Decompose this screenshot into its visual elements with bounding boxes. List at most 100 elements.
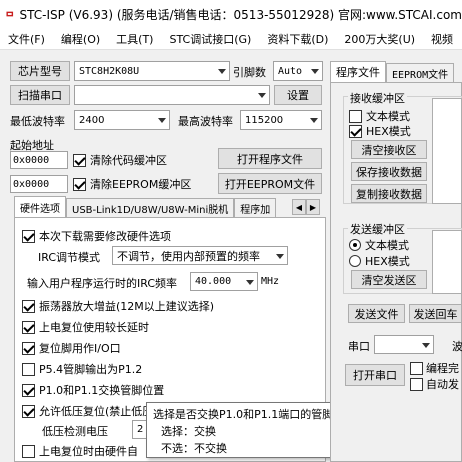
min-baud-value: 2400 (79, 114, 105, 126)
clear-recv-button[interactable]: 清空接收区 (351, 140, 427, 159)
recv-buffer-label: 接收缓冲区 (348, 90, 407, 106)
recv-text-mode-checkbox[interactable] (349, 109, 362, 123)
max-baud-value: 115200 (245, 114, 284, 126)
tab-eeprom-file[interactable]: EEPROM文件 (386, 63, 455, 82)
menu-video[interactable]: 视频 (423, 31, 461, 47)
send-text-mode-radio[interactable] (349, 239, 361, 251)
clear-eeprom-checkbox[interactable] (73, 177, 86, 191)
irc-freq-label: 输入用户程序运行时的IRC频率 (27, 277, 178, 290)
save-recv-button[interactable]: 保存接收数据 (351, 162, 427, 181)
title-bar: STC-ISP (V6.93) (服务电话/销售电话：0513-55012928… (0, 0, 462, 28)
recv-hex-mode-label: HEX模式 (366, 125, 411, 138)
settings-button[interactable]: 设置 (274, 85, 322, 105)
low-voltage-value: 2 (137, 424, 144, 435)
prog-complete-checkbox[interactable] (410, 361, 423, 375)
clear-code-label: 清除代码缓冲区 (90, 154, 167, 167)
osc-gain-label: 振荡器放大增益(12M以上建议选择) (39, 300, 215, 313)
auto-send-label: 自动发 (426, 378, 459, 391)
osc-gain-checkbox[interactable] (22, 299, 35, 313)
menu-file[interactable]: 文件(F) (0, 31, 53, 47)
option-osc-gain[interactable]: 振荡器放大增益(12M以上建议选择) (22, 298, 214, 314)
option-reset-io[interactable]: 复位脚用作I/O口 (22, 340, 121, 356)
serial-port-select[interactable] (374, 335, 434, 354)
power-on-reset-checkbox[interactable] (22, 444, 35, 458)
max-baud-select[interactable]: 115200 (240, 110, 322, 130)
chevron-down-icon (311, 69, 319, 74)
tab-scroll-right-button[interactable]: ▶ (306, 199, 320, 215)
modify-hw-label: 本次下载需要修改硬件选项 (39, 230, 171, 243)
chevron-down-icon (158, 118, 166, 123)
clear-code-checkbox[interactable] (73, 153, 86, 167)
tab-scroll-left-button[interactable]: ◀ (292, 199, 306, 215)
clear-send-button[interactable]: 清空发送区 (351, 270, 427, 289)
low-voltage-label: 低压检测电压 (42, 425, 108, 438)
reset-io-label: 复位脚用作I/O口 (39, 342, 121, 355)
clear-code-option[interactable]: 清除代码缓冲区 (73, 152, 167, 168)
tab-hardware-options[interactable]: 硬件选项 (14, 196, 66, 217)
tab-offline[interactable]: USB-Link1D/U8W/U8W-Mini脱机 (66, 198, 235, 217)
prog-complete-option[interactable]: 编程完 (410, 360, 459, 376)
chip-model-button[interactable]: 芯片型号 (10, 61, 70, 81)
p54-output-checkbox[interactable] (22, 362, 35, 376)
file-tabs: 程序文件 EEPROM文件 (330, 61, 455, 82)
auto-send-option[interactable]: 自动发 (410, 376, 459, 392)
chevron-down-icon (218, 69, 226, 74)
recv-text-mode[interactable]: 文本模式 (349, 108, 410, 124)
open-eeprom-button[interactable]: 打开EEPROM文件 (218, 173, 322, 194)
long-delay-checkbox[interactable] (22, 320, 35, 334)
recv-text-area[interactable] (432, 98, 462, 204)
port-select[interactable] (74, 85, 270, 105)
irc-mode-select[interactable]: 不调节，使用内部预置的频率 (112, 246, 288, 265)
swap-p10-p11-label: P1.0和P1.1交换管脚位置 (39, 384, 165, 397)
irc-freq-unit: MHz (261, 276, 280, 287)
open-program-button[interactable]: 打开程序文件 (218, 148, 322, 169)
recv-hex-mode-checkbox[interactable] (349, 124, 362, 138)
chevron-down-icon (246, 279, 254, 285)
max-baud-label: 最高波特率 (178, 115, 233, 128)
option-long-delay[interactable]: 上电复位使用较长延时 (22, 319, 149, 335)
tab-encrypt[interactable]: 程序加 (234, 198, 277, 217)
chip-model-select[interactable]: STC8H2K08U (74, 61, 230, 81)
option-swap-p10-p11[interactable]: P1.0和P1.1交换管脚位置 (22, 382, 164, 398)
menu-debug[interactable]: STC调试接口(G) (161, 31, 259, 47)
swap-p10-p11-checkbox[interactable] (22, 383, 35, 397)
min-baud-select[interactable]: 2400 (74, 110, 170, 130)
option-power-on-reset[interactable]: 上电复位时由硬件自 (22, 443, 138, 459)
long-delay-label: 上电复位使用较长延时 (39, 321, 149, 334)
send-text-area[interactable] (432, 230, 462, 294)
menu-program[interactable]: 编程(O) (53, 31, 108, 47)
eeprom-address-input[interactable]: 0x0000 (10, 175, 68, 193)
min-baud-label: 最低波特率 (10, 115, 65, 128)
power-on-reset-label: 上电复位时由硬件自 (39, 445, 138, 458)
window-title: STC-ISP (V6.93) (服务电话/销售电话：0513-55012928… (19, 7, 462, 22)
send-hex-mode-radio[interactable] (349, 255, 361, 267)
send-hex-mode-label: HEX模式 (365, 255, 410, 268)
copy-recv-button[interactable]: 复制接收数据 (351, 184, 427, 203)
modify-hw-checkbox[interactable] (22, 229, 35, 243)
send-file-button[interactable]: 发送文件 (348, 304, 405, 323)
option-p54-output[interactable]: P5.4管脚输出为P1.2 (22, 361, 142, 377)
irc-freq-select[interactable]: 40.000 (190, 272, 258, 291)
irc-mode-label: IRC调节模式 (38, 251, 101, 264)
code-address-input[interactable]: 0x0000 (10, 151, 68, 169)
clear-eeprom-option[interactable]: 清除EEPROM缓冲区 (73, 176, 191, 192)
send-hex-mode[interactable]: HEX模式 (349, 253, 410, 269)
reset-io-checkbox[interactable] (22, 341, 35, 355)
auto-send-checkbox[interactable] (410, 377, 423, 391)
menu-tools[interactable]: 工具(T) (108, 31, 161, 47)
send-return-button[interactable]: 发送回车 (409, 304, 462, 323)
send-text-mode[interactable]: 文本模式 (349, 237, 409, 253)
low-voltage-reset-checkbox[interactable] (22, 404, 35, 418)
app-logo-icon (6, 11, 14, 17)
clear-eeprom-label: 清除EEPROM缓冲区 (90, 178, 192, 191)
recv-hex-mode[interactable]: HEX模式 (349, 123, 411, 139)
scan-port-button[interactable]: 扫描串口 (10, 85, 70, 105)
pins-select[interactable]: Auto (273, 61, 323, 81)
menu-download[interactable]: 资料下载(D) (259, 31, 336, 47)
option-modify-hw[interactable]: 本次下载需要修改硬件选项 (22, 228, 171, 244)
tab-program-file[interactable]: 程序文件 (330, 61, 386, 82)
irc-freq-value: 40.000 (195, 276, 232, 287)
open-port-button[interactable]: 打开串口 (345, 364, 405, 386)
chevron-down-icon (258, 93, 266, 98)
menu-prize[interactable]: 200万大奖(U) (336, 31, 423, 47)
